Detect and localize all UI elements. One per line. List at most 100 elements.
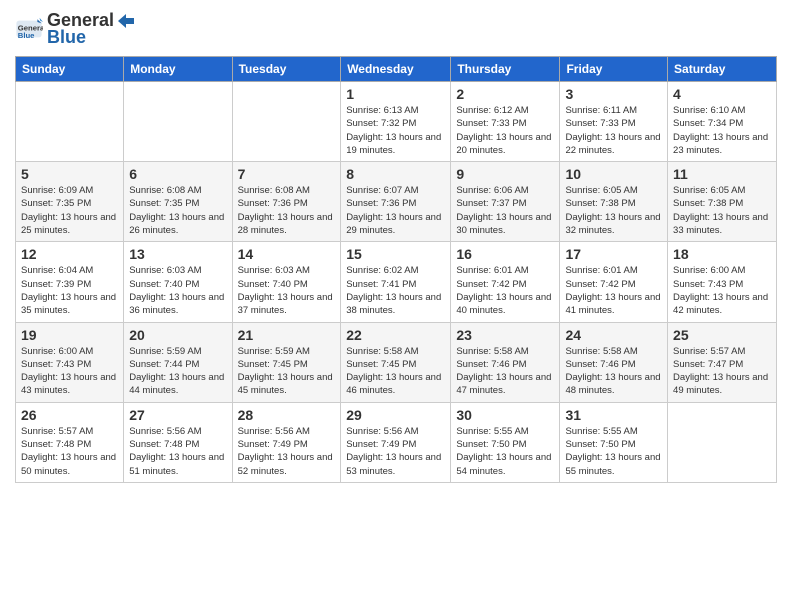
calendar-cell: 25 Sunrise: 5:57 AM Sunset: 7:47 PM Dayli… (668, 322, 777, 402)
day-info: Sunrise: 6:01 AM Sunset: 7:42 PM Dayligh… (565, 264, 662, 317)
day-info: Sunrise: 6:01 AM Sunset: 7:42 PM Dayligh… (456, 264, 554, 317)
calendar-cell: 7Sunrise: 6:08 AM Sunset: 7:36 PM Daylig… (232, 162, 341, 242)
calendar-cell: 14Sunrise: 6:03 AM Sunset: 7:40 PM Dayli… (232, 242, 341, 322)
calendar-cell: 8 Sunrise: 6:07 AM Sunset: 7:36 PM Daylig… (341, 162, 451, 242)
calendar-container: General Blue General Blue Su (0, 0, 792, 493)
day-number: 5 (21, 166, 118, 182)
day-number: 30 (456, 407, 554, 423)
weekday-header-row: SundayMondayTuesdayWednesdayThursdayFrid… (16, 57, 777, 82)
day-info: Sunrise: 5:56 AM Sunset: 7:49 PM Dayligh… (238, 425, 336, 478)
day-number: 23 (456, 327, 554, 343)
day-info: Sunrise: 6:05 AM Sunset: 7:38 PM Dayligh… (565, 184, 662, 237)
day-number: 8 (346, 166, 445, 182)
calendar-cell: 6 Sunrise: 6:08 AM Sunset: 7:35 PM Daylig… (124, 162, 232, 242)
calendar-cell: 18 Sunrise: 6:00 AM Sunset: 7:43 PM Dayli… (668, 242, 777, 322)
calendar-header: SundayMondayTuesdayWednesdayThursdayFrid… (16, 57, 777, 82)
day-number: 21 (238, 327, 336, 343)
calendar-cell: 5 Sunrise: 6:09 AM Sunset: 7:35 PM Daylig… (16, 162, 124, 242)
day-info: Sunrise: 6:00 AM Sunset: 7:43 PM Dayligh… (673, 264, 771, 317)
day-info: Sunrise: 6:11 AM Sunset: 7:33 PM Dayligh… (565, 104, 662, 157)
day-info: Sunrise: 6:10 AM Sunset: 7:34 PM Dayligh… (673, 104, 771, 157)
day-number: 3 (565, 86, 662, 102)
calendar-week-row: 1 Sunrise: 6:13 AM Sunset: 7:32 PM Daylig… (16, 82, 777, 162)
day-info: Sunrise: 5:59 AM Sunset: 7:45 PM Dayligh… (238, 345, 336, 398)
day-number: 20 (129, 327, 226, 343)
svg-text:Blue: Blue (18, 31, 35, 40)
calendar-cell: 21 Sunrise: 5:59 AM Sunset: 7:45 PM Dayli… (232, 322, 341, 402)
calendar-cell: 9Sunrise: 6:06 AM Sunset: 7:37 PM Daylig… (451, 162, 560, 242)
day-number: 4 (673, 86, 771, 102)
day-info: Sunrise: 5:58 AM Sunset: 7:45 PM Dayligh… (346, 345, 445, 398)
calendar-week-row: 5 Sunrise: 6:09 AM Sunset: 7:35 PM Daylig… (16, 162, 777, 242)
calendar-cell: 20 Sunrise: 5:59 AM Sunset: 7:44 PM Dayli… (124, 322, 232, 402)
logo-icon: General Blue (15, 15, 43, 43)
day-info: Sunrise: 5:55 AM Sunset: 7:50 PM Dayligh… (565, 425, 662, 478)
day-info: Sunrise: 6:09 AM Sunset: 7:35 PM Dayligh… (21, 184, 118, 237)
day-number: 2 (456, 86, 554, 102)
day-info: Sunrise: 6:05 AM Sunset: 7:38 PM Dayligh… (673, 184, 771, 237)
day-number: 15 (346, 246, 445, 262)
logo-wordmark: General Blue (47, 10, 134, 48)
weekday-header-friday: Friday (560, 57, 668, 82)
calendar-cell: 17 Sunrise: 6:01 AM Sunset: 7:42 PM Dayli… (560, 242, 668, 322)
calendar-cell: 24 Sunrise: 5:58 AM Sunset: 7:46 PM Dayli… (560, 322, 668, 402)
day-number: 11 (673, 166, 771, 182)
day-info: Sunrise: 6:00 AM Sunset: 7:43 PM Dayligh… (21, 345, 118, 398)
day-info: Sunrise: 5:58 AM Sunset: 7:46 PM Dayligh… (456, 345, 554, 398)
calendar-cell: 10 Sunrise: 6:05 AM Sunset: 7:38 PM Dayli… (560, 162, 668, 242)
day-info: Sunrise: 5:58 AM Sunset: 7:46 PM Dayligh… (565, 345, 662, 398)
day-number: 9 (456, 166, 554, 182)
day-number: 17 (565, 246, 662, 262)
calendar-week-row: 26Sunrise: 5:57 AM Sunset: 7:48 PM Dayli… (16, 402, 777, 482)
day-info: Sunrise: 5:56 AM Sunset: 7:48 PM Dayligh… (129, 425, 226, 478)
day-info: Sunrise: 5:55 AM Sunset: 7:50 PM Dayligh… (456, 425, 554, 478)
day-number: 6 (129, 166, 226, 182)
day-number: 18 (673, 246, 771, 262)
day-number: 31 (565, 407, 662, 423)
calendar-body: 1 Sunrise: 6:13 AM Sunset: 7:32 PM Daylig… (16, 82, 777, 483)
day-number: 12 (21, 246, 118, 262)
day-info: Sunrise: 5:56 AM Sunset: 7:49 PM Dayligh… (346, 425, 445, 478)
day-number: 19 (21, 327, 118, 343)
calendar-cell: 28 Sunrise: 5:56 AM Sunset: 7:49 PM Dayli… (232, 402, 341, 482)
calendar-cell: 12 Sunrise: 6:04 AM Sunset: 7:39 PM Dayli… (16, 242, 124, 322)
calendar-table: SundayMondayTuesdayWednesdayThursdayFrid… (15, 56, 777, 483)
logo-arrow-icon (116, 12, 134, 30)
day-info: Sunrise: 6:12 AM Sunset: 7:33 PM Dayligh… (456, 104, 554, 157)
day-number: 22 (346, 327, 445, 343)
calendar-cell: 19 Sunrise: 6:00 AM Sunset: 7:43 PM Dayli… (16, 322, 124, 402)
calendar-week-row: 19 Sunrise: 6:00 AM Sunset: 7:43 PM Dayli… (16, 322, 777, 402)
day-number: 29 (346, 407, 445, 423)
calendar-cell: 31 Sunrise: 5:55 AM Sunset: 7:50 PM Dayli… (560, 402, 668, 482)
day-info: Sunrise: 5:59 AM Sunset: 7:44 PM Dayligh… (129, 345, 226, 398)
day-info: Sunrise: 5:57 AM Sunset: 7:48 PM Dayligh… (21, 425, 118, 478)
weekday-header-sunday: Sunday (16, 57, 124, 82)
logo: General Blue General Blue (15, 10, 134, 48)
calendar-cell (16, 82, 124, 162)
weekday-header-tuesday: Tuesday (232, 57, 341, 82)
day-info: Sunrise: 6:04 AM Sunset: 7:39 PM Dayligh… (21, 264, 118, 317)
calendar-cell: 13Sunrise: 6:03 AM Sunset: 7:40 PM Dayli… (124, 242, 232, 322)
calendar-cell: 22 Sunrise: 5:58 AM Sunset: 7:45 PM Dayli… (341, 322, 451, 402)
day-number: 28 (238, 407, 336, 423)
day-number: 24 (565, 327, 662, 343)
calendar-cell: 27Sunrise: 5:56 AM Sunset: 7:48 PM Dayli… (124, 402, 232, 482)
day-number: 25 (673, 327, 771, 343)
calendar-cell (232, 82, 341, 162)
day-info: Sunrise: 6:08 AM Sunset: 7:35 PM Dayligh… (129, 184, 226, 237)
day-number: 16 (456, 246, 554, 262)
calendar-cell: 15Sunrise: 6:02 AM Sunset: 7:41 PM Dayli… (341, 242, 451, 322)
day-info: Sunrise: 6:13 AM Sunset: 7:32 PM Dayligh… (346, 104, 445, 157)
day-info: Sunrise: 5:57 AM Sunset: 7:47 PM Dayligh… (673, 345, 771, 398)
weekday-header-wednesday: Wednesday (341, 57, 451, 82)
day-info: Sunrise: 6:07 AM Sunset: 7:36 PM Dayligh… (346, 184, 445, 237)
calendar-cell: 2 Sunrise: 6:12 AM Sunset: 7:33 PM Daylig… (451, 82, 560, 162)
calendar-cell: 1 Sunrise: 6:13 AM Sunset: 7:32 PM Daylig… (341, 82, 451, 162)
day-number: 10 (565, 166, 662, 182)
calendar-cell (124, 82, 232, 162)
calendar-cell: 23 Sunrise: 5:58 AM Sunset: 7:46 PM Dayli… (451, 322, 560, 402)
weekday-header-thursday: Thursday (451, 57, 560, 82)
calendar-week-row: 12 Sunrise: 6:04 AM Sunset: 7:39 PM Dayli… (16, 242, 777, 322)
calendar-cell: 4 Sunrise: 6:10 AM Sunset: 7:34 PM Daylig… (668, 82, 777, 162)
day-number: 1 (346, 86, 445, 102)
